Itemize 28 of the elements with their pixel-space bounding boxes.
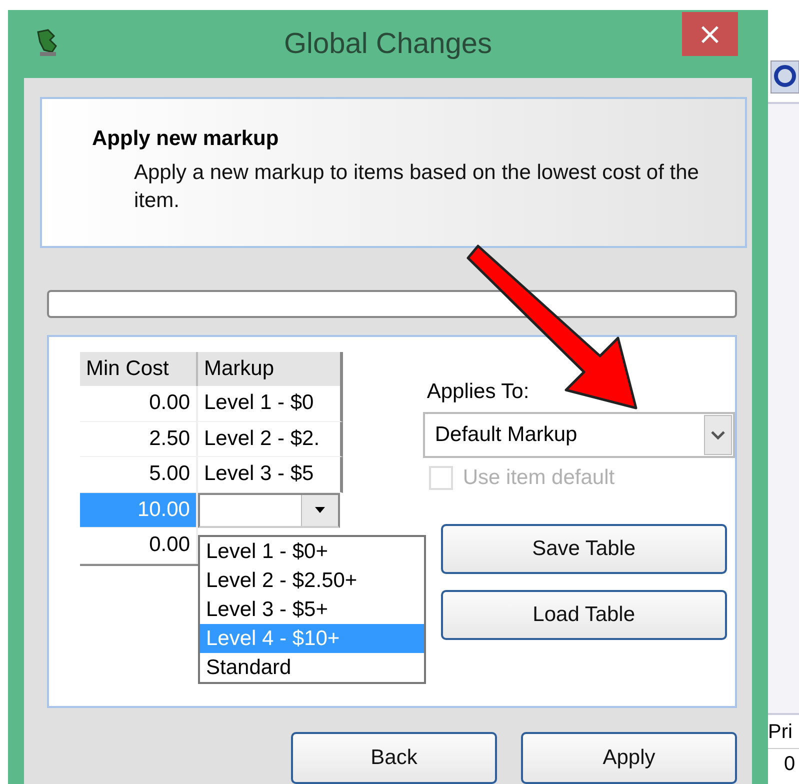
- table-button[interactable]: Load Table: [440, 590, 727, 640]
- table-button[interactable]: Save Table: [440, 524, 727, 574]
- app-icon: [34, 28, 60, 58]
- markup-cell[interactable]: Level 1 - $0: [198, 386, 343, 422]
- applies-to-label: Applies To:: [426, 380, 530, 404]
- window-title: Global Changes: [284, 28, 492, 60]
- close-button[interactable]: ×: [682, 12, 738, 56]
- header-description: Apply a new markup to items based on the lowest cost of the item.: [134, 160, 700, 214]
- footer-button[interactable]: Apply: [521, 732, 737, 784]
- caret-icon: [315, 507, 325, 514]
- dropdown-button[interactable]: [301, 494, 338, 526]
- column-header[interactable]: Pri: [768, 715, 799, 749]
- dropdown-option[interactable]: Level 2 - $2.50+: [200, 566, 424, 595]
- min-cost-cell[interactable]: 0.00: [80, 386, 198, 422]
- dropdown-option[interactable]: Standard: [200, 653, 424, 682]
- toolbar-icon: [770, 60, 799, 94]
- chevron-down-icon: [704, 415, 732, 455]
- footer-button[interactable]: Back: [291, 732, 497, 784]
- column-header[interactable]: Min Cost: [80, 352, 198, 386]
- min-cost-cell[interactable]: 2.50: [80, 422, 198, 457]
- dropdown-option[interactable]: Level 3 - $5+: [200, 595, 424, 624]
- dropdown-option[interactable]: Level 1 - $0+: [200, 537, 424, 566]
- applies-to-combobox[interactable]: Default Markup: [422, 412, 735, 458]
- header-title: Apply new markup: [92, 127, 280, 151]
- markup-cell[interactable]: Level 2 - $2.: [198, 422, 343, 457]
- checkbox-label: Use item default: [462, 466, 615, 490]
- table-cell-text: 0: [783, 752, 796, 777]
- column-header[interactable]: Markup: [198, 352, 343, 386]
